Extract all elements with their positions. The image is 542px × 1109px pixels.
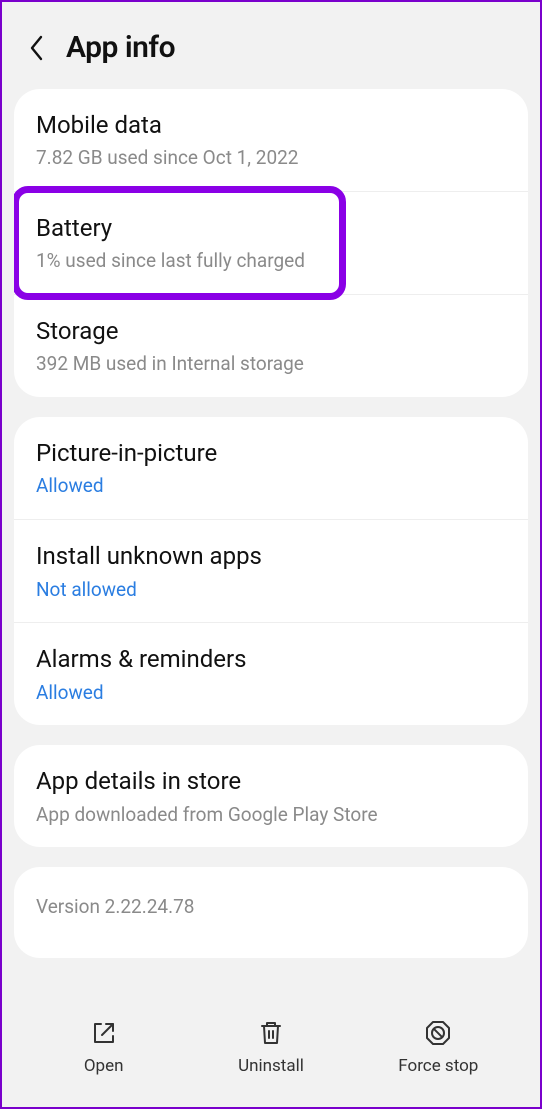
row-alarms[interactable]: Alarms & reminders Allowed	[14, 622, 528, 725]
row-sub: Allowed	[36, 680, 506, 706]
version-text: Version 2.22.24.78	[36, 895, 506, 918]
card-version: Version 2.22.24.78	[14, 867, 528, 958]
row-unknown-apps[interactable]: Install unknown apps Not allowed	[14, 519, 528, 622]
row-sub: 7.82 GB used since Oct 1, 2022	[36, 145, 506, 171]
force-stop-button[interactable]: Force stop	[355, 1018, 522, 1076]
card-store: App details in store App downloaded from…	[14, 745, 528, 847]
force-stop-label: Force stop	[398, 1056, 478, 1076]
row-title: Mobile data	[36, 109, 506, 141]
page-title: App info	[66, 30, 175, 65]
stop-icon	[423, 1018, 453, 1048]
row-sub: Not allowed	[36, 577, 506, 603]
row-storage[interactable]: Storage 392 MB used in Internal storage	[14, 294, 528, 397]
row-sub: 392 MB used in Internal storage	[36, 351, 506, 377]
row-battery[interactable]: Battery 1% used since last fully charged	[14, 191, 528, 294]
row-app-details[interactable]: App details in store App downloaded from…	[14, 745, 528, 847]
row-title: Storage	[36, 315, 506, 347]
row-sub: 1% used since last fully charged	[36, 248, 506, 274]
row-sub: Allowed	[36, 473, 506, 499]
row-title: Install unknown apps	[36, 540, 506, 572]
row-title: Picture-in-picture	[36, 437, 506, 469]
row-mobile-data[interactable]: Mobile data 7.82 GB used since Oct 1, 20…	[14, 89, 528, 191]
card-permissions: Picture-in-picture Allowed Install unkno…	[14, 417, 528, 725]
row-sub: App downloaded from Google Play Store	[36, 802, 506, 828]
bottom-bar: Open Uninstall Force stop	[2, 999, 540, 1107]
card-usage: Mobile data 7.82 GB used since Oct 1, 20…	[14, 89, 528, 397]
open-label: Open	[84, 1056, 124, 1076]
back-icon[interactable]	[20, 34, 48, 62]
trash-icon	[256, 1018, 286, 1048]
row-pip[interactable]: Picture-in-picture Allowed	[14, 417, 528, 519]
header: App info	[2, 2, 540, 89]
uninstall-label: Uninstall	[238, 1056, 304, 1076]
row-title: Alarms & reminders	[36, 643, 506, 675]
row-title: Battery	[36, 212, 506, 244]
row-title: App details in store	[36, 765, 506, 797]
uninstall-button[interactable]: Uninstall	[187, 1018, 354, 1076]
open-button[interactable]: Open	[20, 1018, 187, 1076]
open-icon	[89, 1018, 119, 1048]
